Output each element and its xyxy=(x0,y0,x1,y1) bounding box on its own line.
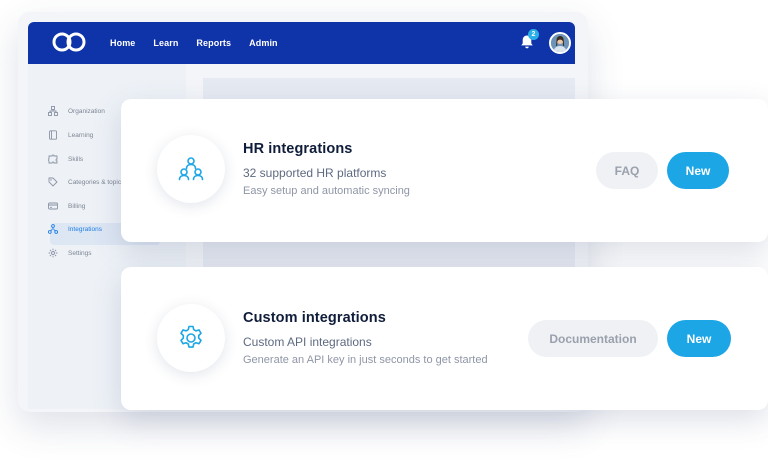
card-description: Generate an API key in just seconds to g… xyxy=(243,354,488,366)
nav-reports[interactable]: Reports xyxy=(196,38,231,48)
sidebar-item-label: Integrations xyxy=(68,225,102,233)
sidebar-item-organization[interactable]: Organization xyxy=(48,106,105,116)
users-network-icon xyxy=(178,157,204,181)
avatar[interactable] xyxy=(549,32,571,54)
hr-icon-circle xyxy=(157,135,225,203)
custom-integrations-card: Custom integrations Custom API integrati… xyxy=(121,267,768,410)
sidebar-item-learning[interactable]: Learning xyxy=(48,130,93,140)
sidebar-item-label: Skills xyxy=(68,155,84,163)
top-navigation-bar: Home Learn Reports Admin 2 xyxy=(28,22,575,64)
sidebar-item-label: Billing xyxy=(68,202,86,210)
nav-learn[interactable]: Learn xyxy=(153,38,178,48)
notification-badge: 2 xyxy=(528,29,539,40)
puzzle-icon xyxy=(48,154,58,164)
card-subtitle: Custom API integrations xyxy=(243,335,372,349)
sidebar-item-categories[interactable]: Categories & topic xyxy=(48,177,121,187)
sidebar-item-label: Categories & topic xyxy=(68,178,122,186)
org-icon xyxy=(48,106,58,116)
sidebar-item-label: Learning xyxy=(68,131,94,139)
faq-button[interactable]: FAQ xyxy=(596,152,658,189)
nav-admin[interactable]: Admin xyxy=(249,38,278,48)
new-hr-integration-button[interactable]: New xyxy=(667,152,729,189)
sidebar-item-label: Settings xyxy=(68,249,92,257)
sidebar-item-label: Organization xyxy=(68,107,105,115)
new-custom-integration-button[interactable]: New xyxy=(667,320,731,357)
card-title: Custom integrations xyxy=(243,310,386,326)
gear-icon xyxy=(48,248,58,258)
documentation-button[interactable]: Documentation xyxy=(528,320,658,357)
gear-icon xyxy=(180,325,202,348)
card-icon xyxy=(48,202,58,210)
sidebar-item-billing[interactable]: Billing xyxy=(48,201,85,211)
integration-icon xyxy=(48,224,58,234)
card-subtitle: 32 supported HR platforms xyxy=(243,166,387,180)
card-title: HR integrations xyxy=(243,141,353,157)
tag-icon xyxy=(48,177,58,187)
sidebar-item-settings[interactable]: Settings xyxy=(48,248,92,258)
hr-integrations-card: HR integrations 32 supported HR platform… xyxy=(121,99,768,242)
main-nav: Home Learn Reports Admin xyxy=(110,22,296,64)
nav-home[interactable]: Home xyxy=(110,38,135,48)
card-description: Easy setup and automatic syncing xyxy=(243,185,410,197)
sidebar-item-skills[interactable]: Skills xyxy=(48,154,83,164)
custom-icon-circle xyxy=(157,304,225,372)
book-icon xyxy=(49,130,57,140)
logo-icon[interactable] xyxy=(52,31,86,53)
sidebar-item-integrations[interactable]: Integrations xyxy=(48,224,102,234)
